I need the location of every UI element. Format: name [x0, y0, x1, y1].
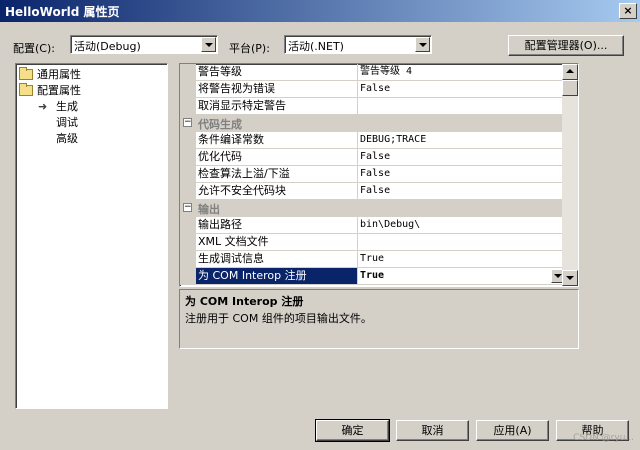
platform-select[interactable]: 活动(.NET): [284, 35, 432, 54]
platform-dropdown-button[interactable]: [415, 37, 430, 52]
tree-item-label: 通用属性: [37, 68, 81, 81]
category-name: 代码生成: [198, 118, 242, 131]
category-row-code-generation[interactable]: − 代码生成: [180, 115, 563, 132]
tree-item-label: 高级: [56, 132, 78, 145]
property-row[interactable]: 取消显示特定警告: [180, 98, 566, 115]
config-select[interactable]: 活动(Debug): [70, 35, 218, 54]
property-row[interactable]: 警告等级 警告等级 4: [180, 64, 566, 81]
folder-icon: [19, 67, 33, 80]
scroll-thumb[interactable]: [562, 80, 578, 96]
property-value[interactable]: [357, 234, 566, 251]
chevron-down-icon: [419, 43, 427, 47]
tree-item-debug[interactable]: 调试: [56, 115, 78, 131]
folder-open-icon: [19, 83, 33, 96]
apply-button[interactable]: 应用(A): [476, 420, 549, 441]
window-title: HelloWorld 属性页: [5, 5, 120, 19]
property-row[interactable]: 优化代码 False: [180, 149, 566, 166]
title-bar: HelloWorld 属性页 ×: [0, 0, 640, 22]
property-name: 允许不安全代码块: [196, 183, 358, 200]
property-row[interactable]: 生成调试信息 True: [180, 251, 566, 268]
property-name: 将警告视为错误: [196, 81, 358, 98]
config-label: 配置(C):: [13, 42, 55, 55]
close-button[interactable]: ×: [619, 3, 637, 19]
property-name: XML 文档文件: [196, 234, 358, 251]
property-value[interactable]: False: [357, 149, 566, 166]
category-name: 输出: [198, 203, 220, 216]
cancel-button[interactable]: 取消: [396, 420, 469, 441]
property-name: 警告等级: [196, 64, 358, 81]
vertical-scrollbar[interactable]: [562, 64, 578, 286]
category-row-output[interactable]: − 输出: [180, 200, 563, 217]
property-value[interactable]: False: [357, 81, 566, 98]
ok-button[interactable]: 确定: [315, 419, 390, 442]
property-value[interactable]: True: [357, 251, 566, 268]
property-row[interactable]: 条件编译常数 DEBUG;TRACE: [180, 132, 566, 149]
property-name: 检查算法上溢/下溢: [196, 166, 358, 183]
config-dropdown-button[interactable]: [201, 37, 216, 52]
property-row[interactable]: 将警告视为错误 False: [180, 81, 566, 98]
watermark: CSDN @ryu...: [573, 433, 634, 443]
property-name: 生成调试信息: [196, 251, 358, 268]
property-name: 取消显示特定警告: [196, 98, 358, 115]
property-value[interactable]: bin\Debug\: [357, 217, 566, 234]
description-title: 为 COM Interop 注册: [185, 295, 304, 308]
property-value: True: [360, 270, 385, 281]
tree-item-label: 配置属性: [37, 84, 81, 97]
config-value: 活动(Debug): [74, 40, 141, 53]
platform-value: 活动(.NET): [288, 40, 344, 53]
property-value[interactable]: False: [357, 183, 566, 200]
description-panel: 为 COM Interop 注册 注册用于 COM 组件的项目输出文件。: [179, 289, 579, 349]
tree-item-advanced[interactable]: 高级: [56, 131, 78, 147]
property-value[interactable]: 警告等级 4: [357, 64, 566, 81]
property-value-editor[interactable]: True: [357, 268, 566, 285]
property-name: 输出路径: [196, 217, 358, 234]
scroll-down-button[interactable]: [562, 270, 578, 286]
chevron-down-icon: [205, 43, 213, 47]
property-name: 为 COM Interop 注册: [196, 268, 358, 285]
config-manager-button[interactable]: 配置管理器(O)...: [508, 35, 624, 56]
close-icon: ×: [623, 4, 633, 17]
property-row-selected[interactable]: 为 COM Interop 注册 True: [180, 268, 566, 285]
collapse-icon[interactable]: −: [183, 118, 192, 127]
tree-item-label: 生成: [56, 100, 78, 113]
current-arrow-icon: ➜: [38, 100, 48, 113]
chevron-down-icon: [554, 274, 562, 278]
chevron-up-icon: [566, 69, 574, 73]
property-grid[interactable]: 警告等级 警告等级 4 将警告视为错误 False 取消显示特定警告 − 代码生…: [179, 63, 579, 287]
description-text: 注册用于 COM 组件的项目输出文件。: [185, 312, 372, 325]
scroll-up-button[interactable]: [562, 64, 578, 80]
property-row[interactable]: 检查算法上溢/下溢 False: [180, 166, 566, 183]
property-row[interactable]: XML 文档文件: [180, 234, 566, 251]
property-row[interactable]: 允许不安全代码块 False: [180, 183, 566, 200]
category-tree[interactable]: 通用属性 配置属性 ➜ 生成 调试 高级: [15, 63, 168, 409]
property-value[interactable]: [357, 98, 566, 115]
chevron-down-icon: [566, 276, 574, 280]
collapse-icon[interactable]: −: [183, 203, 192, 212]
property-row[interactable]: 输出路径 bin\Debug\: [180, 217, 566, 234]
property-value[interactable]: False: [357, 166, 566, 183]
property-value[interactable]: DEBUG;TRACE: [357, 132, 566, 149]
platform-label: 平台(P):: [229, 42, 270, 55]
property-name: 条件编译常数: [196, 132, 358, 149]
property-name: 优化代码: [196, 149, 358, 166]
tree-item-label: 调试: [56, 116, 78, 129]
